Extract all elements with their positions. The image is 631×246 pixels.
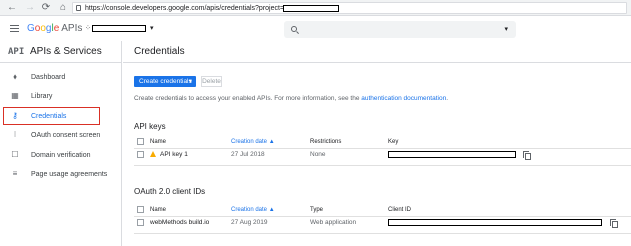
column-name[interactable]: Name <box>150 206 166 214</box>
search-icon <box>291 26 297 32</box>
select-all-checkbox[interactable] <box>137 138 144 145</box>
api-key-date: 27 Jul 2018 <box>231 151 265 158</box>
copy-icon[interactable] <box>610 219 618 228</box>
sidebar-item-domain-verification[interactable]: ☐ Domain verification <box>0 146 122 165</box>
main-content: Credentials Create credentials ▾ Delete … <box>123 41 631 246</box>
search-input[interactable]: ▾ <box>284 21 516 38</box>
sort-arrow-icon: ▲ <box>268 139 275 145</box>
oauth-clients-title: OAuth 2.0 client IDs <box>134 187 206 196</box>
warning-icon <box>150 151 156 157</box>
chevron-down-icon: ▾ <box>188 78 192 85</box>
sidebar: API APIs & Services ⬧ Dashboard ▦ Librar… <box>0 41 122 246</box>
client-type: Web application <box>310 219 357 226</box>
column-type[interactable]: Type <box>310 206 323 214</box>
redacted-api-key <box>388 151 516 158</box>
divider <box>134 165 631 166</box>
logo-suffix: APIs <box>61 23 83 34</box>
chevron-down-icon[interactable]: ▾ <box>504 25 508 34</box>
hint-text: Create credentials to access your enable… <box>134 95 362 102</box>
address-bar[interactable]: https://console.developers.google.com/ap… <box>72 2 627 14</box>
sidebar-item-label: Dashboard <box>31 74 66 81</box>
app-header: Google APIs ⁘ ▾ ▾ <box>0 17 631 41</box>
client-name[interactable]: webMethods build.io <box>150 219 209 227</box>
google-apis-logo[interactable]: Google APIs <box>27 23 82 35</box>
row-checkbox[interactable] <box>137 219 144 226</box>
consent-icon: ⁝ <box>13 130 17 139</box>
project-picker[interactable]: ⁘ ▾ <box>85 24 163 34</box>
sidebar-header: API APIs & Services <box>0 41 122 63</box>
copy-icon[interactable] <box>523 151 531 160</box>
redacted-project-name <box>92 25 146 32</box>
authentication-docs-link[interactable]: authentication documentation <box>361 95 446 102</box>
divider <box>134 148 631 149</box>
column-label: Creation date <box>231 139 268 145</box>
row-checkbox[interactable] <box>137 151 144 158</box>
logo-letter: G <box>27 23 35 34</box>
page-title: Credentials <box>134 46 185 57</box>
url-text: https://console.developers.google.com/ap… <box>85 5 285 12</box>
sidebar-item-label: OAuth consent screen <box>31 132 101 139</box>
column-key: Key <box>388 139 399 145</box>
browser-toolbar: ← → ⟳ ⌂ https://console.developers.googl… <box>0 0 631 16</box>
column-creation-date[interactable]: Creation date ▲ <box>231 138 275 146</box>
column-restrictions[interactable]: Restrictions <box>310 138 341 146</box>
checkbox-icon: ☐ <box>11 150 19 159</box>
delete-button[interactable]: Delete <box>201 76 222 87</box>
dashboard-icon: ⬧ <box>13 72 17 81</box>
credentials-hint: Create credentials to access your enable… <box>134 95 448 103</box>
settings-list-icon: ≡ <box>12 169 18 178</box>
client-date: 27 Aug 2019 <box>231 219 268 226</box>
sidebar-item-page-usage[interactable]: ≡ Page usage agreements <box>0 165 122 184</box>
sidebar-item-label: Library <box>31 93 53 100</box>
menu-icon[interactable] <box>10 25 19 32</box>
project-icon: ⁘ <box>85 25 91 32</box>
sort-arrow-icon: ▲ <box>268 207 275 213</box>
column-label: Creation date <box>231 207 268 213</box>
sidebar-item-library[interactable]: ▦ Library <box>0 87 122 106</box>
api-keys-title: API keys <box>134 122 166 131</box>
sidebar-item-dashboard[interactable]: ⬧ Dashboard <box>0 68 122 87</box>
sidebar-item-credentials[interactable]: ⚷ Credentials <box>0 107 122 126</box>
api-key-restrictions: None <box>310 151 326 158</box>
redacted-client-id <box>388 219 602 226</box>
page-header: Credentials <box>123 41 631 63</box>
sidebar-item-oauth-consent[interactable]: ⁝ OAuth consent screen <box>0 126 122 145</box>
home-icon[interactable]: ⌂ <box>57 2 69 14</box>
divider <box>134 216 631 217</box>
select-all-checkbox[interactable] <box>137 206 144 213</box>
chevron-down-icon: ▾ <box>150 25 154 32</box>
sidebar-title: APIs & Services <box>30 46 102 57</box>
reload-icon[interactable]: ⟳ <box>40 2 52 14</box>
forward-icon[interactable]: → <box>24 2 36 14</box>
api-key-name[interactable]: API key 1 <box>160 151 188 159</box>
key-icon: ⚷ <box>12 111 18 120</box>
lock-icon <box>76 5 81 11</box>
api-badge-icon: API <box>8 47 25 57</box>
hint-end: . <box>446 95 449 102</box>
create-credentials-label: Create credentials <box>139 78 192 85</box>
library-icon: ▦ <box>11 91 19 100</box>
column-client-id: Client ID <box>388 207 412 213</box>
column-name[interactable]: Name <box>150 138 166 146</box>
back-icon[interactable]: ← <box>6 2 18 14</box>
redacted-project-id <box>283 5 339 12</box>
sidebar-item-label: Domain verification <box>31 152 91 159</box>
divider <box>134 233 631 234</box>
column-creation-date[interactable]: Creation date ▲ <box>231 206 275 214</box>
sidebar-item-label: Credentials <box>31 113 67 120</box>
create-credentials-button[interactable]: Create credentials ▾ <box>134 76 196 87</box>
sidebar-item-label: Page usage agreements <box>31 171 108 178</box>
logo-letter: e <box>53 23 60 34</box>
